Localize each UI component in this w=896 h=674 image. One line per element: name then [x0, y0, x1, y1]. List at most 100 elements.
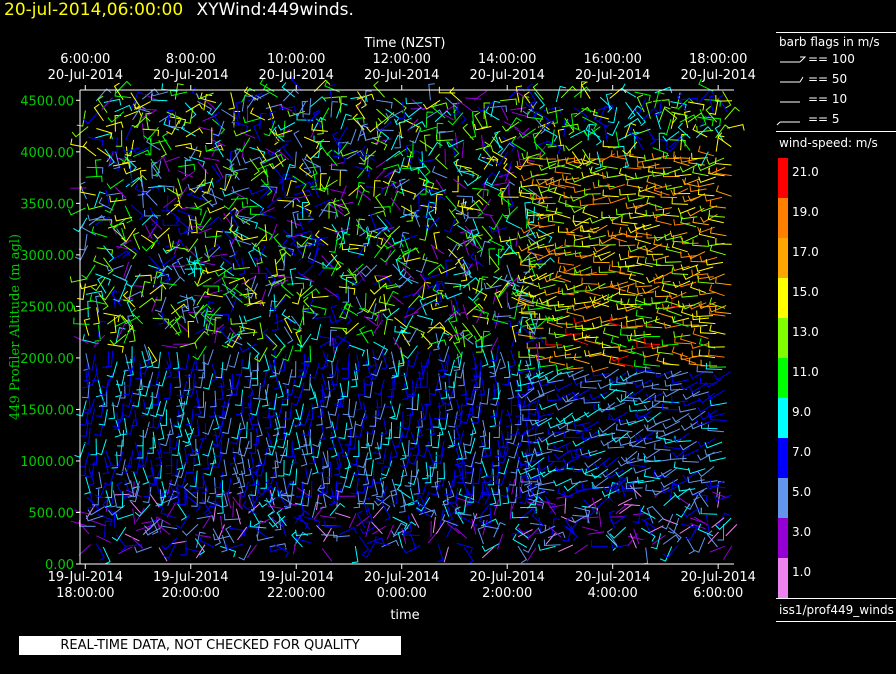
wind-barb: [244, 458, 252, 477]
wind-barb: [116, 534, 127, 552]
wind-barb: [574, 426, 593, 434]
wind-barb: [497, 534, 504, 550]
wind-barb: [531, 295, 549, 307]
wind-barb: [416, 151, 424, 169]
wind-barb: [474, 111, 484, 130]
wind-barb: [197, 161, 209, 175]
wind-barb: [117, 429, 124, 447]
wind-barb: [361, 264, 378, 278]
wind-barb: [572, 215, 590, 224]
wind-barb: [428, 449, 435, 468]
wind-barb: [699, 255, 718, 263]
wind-barb: [168, 276, 185, 290]
wind-barb: [184, 102, 197, 119]
wind-barb: [273, 544, 289, 558]
wind-barb: [79, 181, 87, 200]
wind-barb: [473, 332, 492, 342]
wind-barb: [573, 186, 591, 193]
wind-barb: [425, 412, 433, 431]
wind-barb: [429, 378, 440, 396]
wind-barb: [499, 235, 517, 243]
wind-barb: [204, 231, 222, 239]
x-tick-date-top: 20-Jul-2014: [364, 68, 439, 83]
wind-barb: [505, 215, 521, 229]
wind-barb: [150, 89, 169, 97]
wind-barb: [317, 456, 325, 474]
wind-barb: [130, 204, 144, 221]
wind-barb: [522, 414, 539, 421]
wind-barb: [422, 99, 441, 110]
wind-barb: [109, 195, 127, 203]
wind-barb: [479, 419, 487, 438]
wind-barb: [659, 546, 673, 562]
wind-barb: [112, 274, 128, 288]
wind-barb: [511, 478, 516, 495]
wind-barb: [242, 116, 261, 124]
wind-barb: [537, 282, 556, 290]
wind-barb: [406, 398, 414, 416]
wind-barb: [280, 518, 288, 537]
wind-barb: [636, 409, 653, 419]
speed-swatch-label: 9.0: [792, 405, 812, 419]
wind-barb: [555, 402, 573, 411]
wind-barb: [394, 131, 401, 149]
wind-barb: [249, 437, 258, 454]
wind-barb: [588, 233, 606, 240]
x-tick-time-bottom: 18:00:00: [56, 586, 114, 601]
wind-barb: [271, 313, 279, 331]
wind-barb: [249, 146, 266, 158]
wind-barb: [323, 467, 330, 485]
wind-barb: [197, 471, 204, 489]
barb-flag-100-label: == 100: [808, 52, 855, 66]
wind-barb: [234, 389, 244, 407]
wind-barb: [278, 106, 296, 113]
wind-barb: [465, 383, 476, 401]
wind-barb: [562, 174, 580, 181]
wind-barb: [464, 429, 474, 446]
wind-barb: [678, 406, 697, 413]
y-axis-title: 449 Profiler Altitude (m agl): [8, 234, 23, 420]
wind-barb: [273, 372, 280, 390]
wind-barb: [571, 204, 589, 214]
wind-barb: [677, 122, 691, 139]
wind-barb: [547, 144, 565, 152]
wind-barb: [383, 318, 394, 335]
wind-barb: [213, 412, 220, 430]
wind-barb: [547, 215, 565, 224]
speed-swatch: [778, 398, 788, 438]
wind-barb: [591, 497, 599, 513]
wind-barb: [282, 345, 294, 362]
x-tick-date-bottom: 20-Jul-2014: [575, 570, 650, 585]
wind-barb: [132, 231, 141, 250]
wind-barb: [554, 207, 571, 219]
wind-barb: [132, 471, 139, 489]
wind-barb: [526, 342, 544, 349]
wind-barb: [411, 513, 420, 528]
wind-barb: [314, 312, 332, 319]
wind-barb: [581, 171, 599, 179]
wind-barb: [727, 124, 745, 131]
wind-barb: [256, 322, 264, 340]
wind-barb: [302, 205, 314, 223]
wind-barb: [203, 157, 220, 161]
wind-barb: [509, 503, 513, 520]
wind-barb: [413, 477, 421, 495]
wind-barb: [438, 462, 445, 480]
wind-barb: [112, 250, 131, 260]
wind-barb: [662, 545, 679, 559]
wind-barb: [211, 118, 226, 135]
wind-barb: [543, 539, 561, 547]
wind-barb: [376, 235, 392, 250]
wind-barb: [378, 296, 395, 307]
wind-barb: [300, 448, 308, 467]
wind-barb: [232, 263, 250, 270]
wind-barb: [270, 344, 286, 359]
wind-barb: [693, 516, 708, 526]
wind-barb: [617, 282, 635, 289]
x-tick-time-bottom: 20:00:00: [162, 586, 220, 601]
wind-barb: [492, 449, 500, 467]
wind-barb: [297, 264, 314, 277]
wind-barb: [211, 165, 222, 183]
wind-barb: [354, 265, 372, 278]
wind-barb: [373, 341, 389, 356]
